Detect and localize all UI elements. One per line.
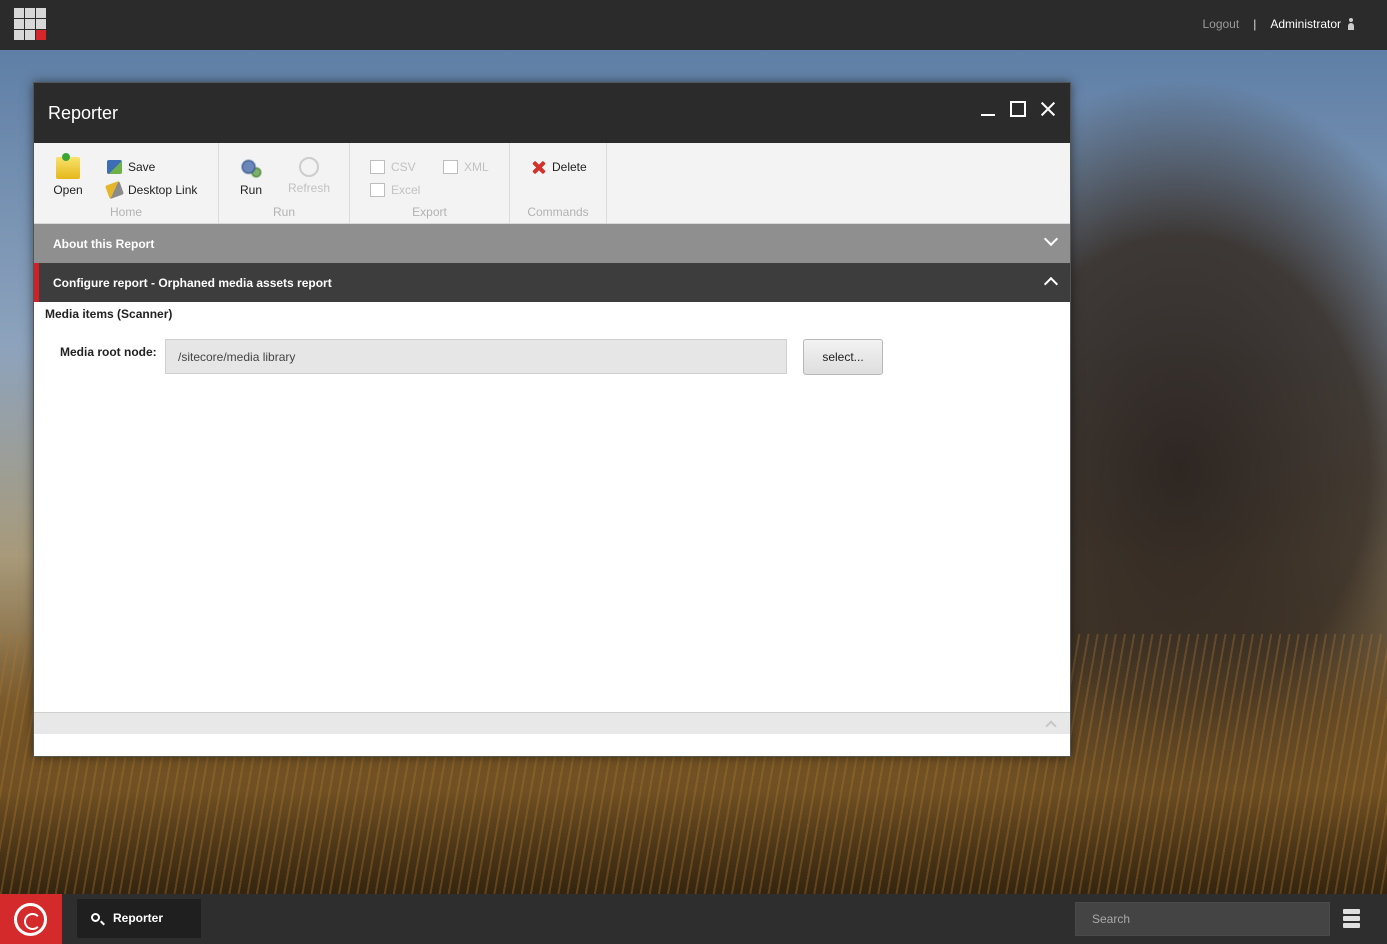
accordion-about-report[interactable]: About this Report <box>34 224 1070 263</box>
save-button-label: Save <box>128 160 156 174</box>
run-button[interactable]: Run <box>229 157 273 197</box>
accordion-configure-report[interactable]: Configure report - Orphaned media assets… <box>34 263 1070 302</box>
taskbar-search-input[interactable] <box>1075 902 1330 936</box>
ribbon-group-run: Run Refresh Run <box>219 143 350 223</box>
footer-chevron-up-icon[interactable] <box>1045 720 1057 732</box>
accordion-config-label: Configure report - Orphaned media assets… <box>53 276 332 290</box>
refresh-button-label: Refresh <box>287 181 331 195</box>
sitecore-logo-icon <box>14 903 47 936</box>
user-name[interactable]: Administrator <box>1270 17 1341 31</box>
minimize-icon[interactable] <box>980 101 996 117</box>
csv-button[interactable]: CSV <box>370 160 416 174</box>
top-links: Logout | Administrator <box>1202 17 1355 31</box>
ribbon-group-label-commands: Commands <box>527 205 589 219</box>
desktop-link-icon <box>105 180 124 200</box>
window-footer-bar <box>34 712 1070 734</box>
xml-button[interactable]: XML <box>443 160 489 174</box>
media-root-label: Media root node: <box>60 345 157 359</box>
tray-menu-icon[interactable] <box>1343 909 1360 929</box>
chevron-up-icon <box>1043 276 1059 292</box>
user-icon[interactable] <box>1347 18 1355 30</box>
window-controls <box>980 101 1056 117</box>
open-button-label: Open <box>53 183 83 197</box>
app-launcher-grid-icon[interactable] <box>14 8 46 40</box>
excel-icon <box>370 183 385 197</box>
save-icon <box>107 160 122 174</box>
window-titlebar[interactable]: Reporter <box>34 83 1070 143</box>
section-title: Media items (Scanner) <box>45 307 173 321</box>
media-root-input[interactable] <box>165 339 787 374</box>
run-gears-icon <box>239 157 263 179</box>
desktop-link-label: Desktop Link <box>128 183 198 197</box>
refresh-icon <box>299 157 319 177</box>
window-title: Reporter <box>48 103 119 123</box>
desktop-link-button[interactable]: Desktop Link <box>105 180 198 200</box>
select-button[interactable]: select... <box>803 339 883 375</box>
accordion-about-label: About this Report <box>53 237 155 251</box>
taskbar: Reporter <box>0 894 1387 944</box>
open-button[interactable]: Open <box>46 153 90 197</box>
top-links-separator: | <box>1253 17 1257 31</box>
maximize-icon[interactable] <box>1010 101 1026 117</box>
top-bar: Logout | Administrator <box>0 0 1387 50</box>
chevron-down-icon <box>1043 231 1059 247</box>
close-icon[interactable] <box>1040 101 1056 117</box>
xml-button-label: XML <box>464 160 489 174</box>
ribbon-group-home: Open Save Desktop Link Home <box>34 143 219 223</box>
csv-icon <box>370 160 385 174</box>
config-content: Media items (Scanner) Media root node: s… <box>34 302 1070 734</box>
ribbon-group-label-home: Home <box>109 205 142 219</box>
ribbon-group-label-run: Run <box>272 205 295 219</box>
run-button-label: Run <box>239 183 262 197</box>
magnifier-icon <box>91 913 100 922</box>
refresh-button[interactable]: Refresh <box>283 157 335 195</box>
ribbon-group-commands: Delete Commands <box>510 143 607 223</box>
start-button[interactable] <box>0 894 62 944</box>
save-button[interactable]: Save <box>107 160 155 174</box>
csv-button-label: CSV <box>391 160 416 174</box>
ribbon-group-export: CSV Excel XML Export <box>350 143 510 223</box>
excel-button-label: Excel <box>391 183 421 197</box>
reporter-window: Reporter Open Save Desktop Link Home Run… <box>33 82 1071 757</box>
excel-button[interactable]: Excel <box>370 183 420 197</box>
open-folder-icon <box>56 153 80 179</box>
ribbon: Open Save Desktop Link Home Run Refresh … <box>34 143 1070 224</box>
ribbon-group-label-export: Export <box>412 205 447 219</box>
taskbar-item-label: Reporter <box>113 911 164 925</box>
delete-button-label: Delete <box>552 160 587 174</box>
taskbar-item-reporter[interactable]: Reporter <box>77 899 201 938</box>
xml-icon <box>443 160 458 174</box>
logout-link[interactable]: Logout <box>1202 17 1239 31</box>
delete-icon <box>531 160 546 174</box>
delete-button[interactable]: Delete <box>531 160 587 174</box>
